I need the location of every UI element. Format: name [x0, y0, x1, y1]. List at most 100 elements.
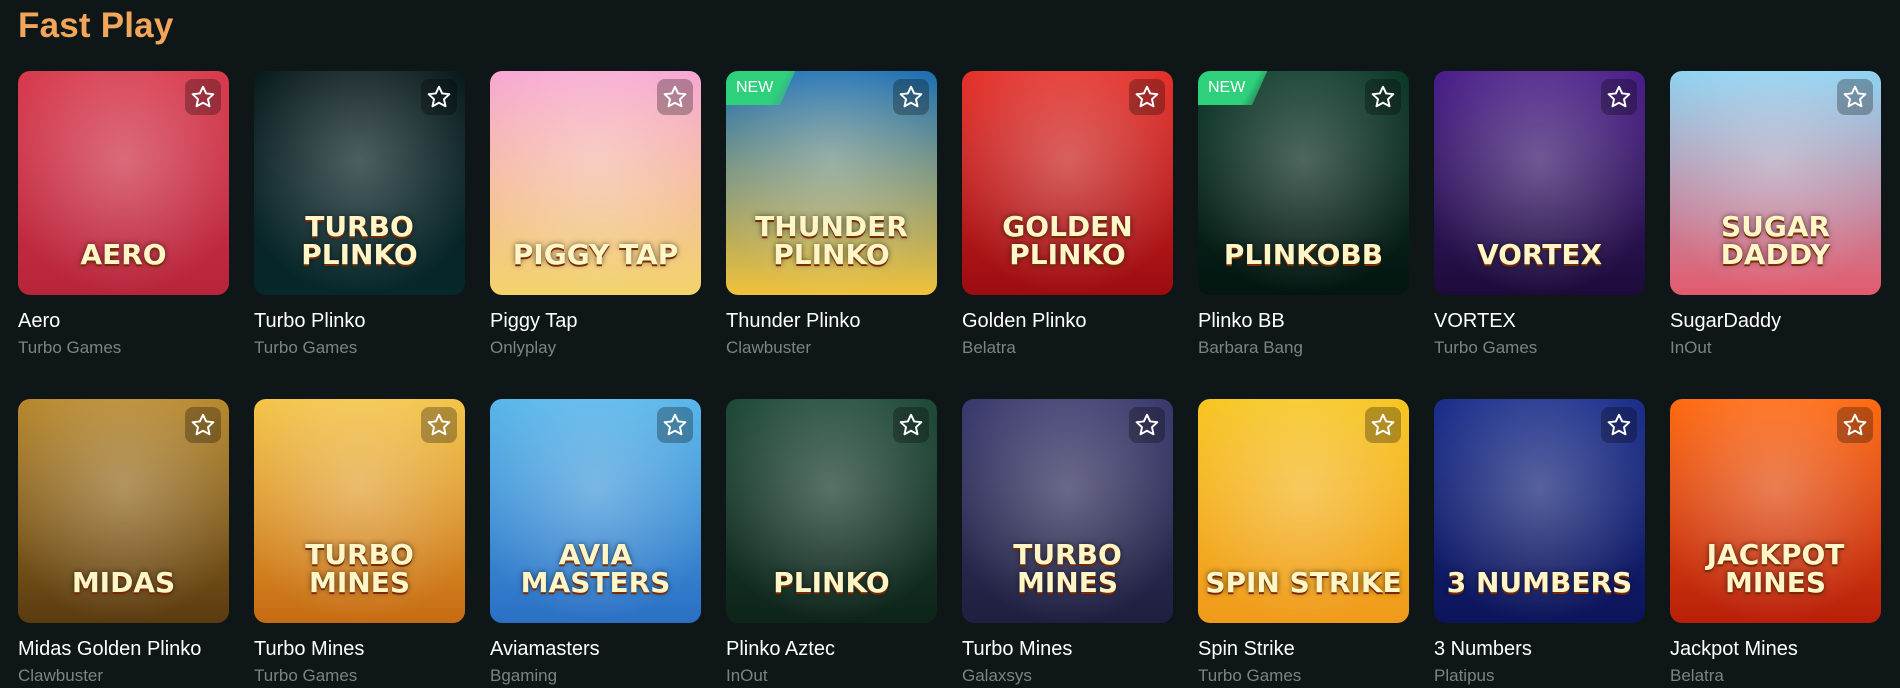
game-name[interactable]: Jackpot Mines	[1670, 638, 1881, 661]
game-card[interactable]: PLINKO Plinko Aztec InOut	[726, 398, 937, 686]
star-icon	[1606, 412, 1632, 438]
thumbnail-title: TURBO MINES	[305, 537, 414, 599]
game-name[interactable]: Turbo Mines	[962, 638, 1173, 661]
game-provider: Onlyplay	[490, 338, 557, 357]
game-name[interactable]: Golden Plinko	[962, 310, 1173, 333]
game-thumbnail[interactable]: TURBO PLINKO	[254, 71, 465, 295]
thumbnail-title: GOLDEN PLINKO	[1002, 210, 1133, 271]
game-thumbnail[interactable]: 3 Numbers	[1434, 398, 1645, 623]
favorite-button[interactable]	[1365, 406, 1401, 443]
game-thumbnail[interactable]: VORTEX	[1434, 71, 1645, 295]
game-name[interactable]: Aviamasters	[490, 638, 701, 661]
game-name[interactable]: VORTEX	[1434, 310, 1645, 333]
game-card[interactable]: MIDAS Midas Golden Plinko Clawbuster	[18, 398, 229, 686]
game-name[interactable]: Plinko BB	[1198, 310, 1409, 333]
star-icon	[662, 412, 688, 438]
star-icon	[190, 84, 216, 110]
game-name[interactable]: 3 Numbers	[1434, 638, 1645, 661]
game-thumbnail[interactable]: SUGAR DADDY	[1670, 71, 1881, 295]
thumbnail-title: AERO	[80, 238, 167, 271]
favorite-button[interactable]	[1365, 79, 1401, 115]
game-thumbnail[interactable]: AVIA MASTERS	[490, 398, 701, 623]
section-title: Fast Play	[18, 6, 174, 45]
game-thumbnail[interactable]: PlinkoBB NEW	[1198, 71, 1409, 295]
game-name[interactable]: Turbo Mines	[254, 638, 465, 661]
thumbnail-title: SUGAR DADDY	[1720, 210, 1831, 271]
game-name[interactable]: Aero	[18, 310, 229, 333]
game-thumbnail[interactable]: GOLDEN PLINKO	[962, 71, 1173, 295]
favorite-button[interactable]	[421, 79, 457, 115]
favorite-button[interactable]	[1601, 406, 1637, 443]
game-card[interactable]: SPIN STRIKE Spin Strike Turbo Games	[1198, 398, 1409, 686]
game-provider: Platipus	[1434, 665, 1495, 685]
star-icon	[190, 412, 216, 438]
game-thumbnail[interactable]: THUNDER PLINKO NEW	[726, 71, 937, 295]
game-provider: InOut	[726, 665, 768, 685]
game-provider: Turbo Games	[18, 338, 122, 357]
favorite-button[interactable]	[657, 406, 693, 443]
game-name[interactable]: Plinko Aztec	[726, 638, 937, 661]
thumbnail-title: 3 Numbers	[1446, 565, 1633, 599]
game-thumbnail[interactable]: AERO	[18, 71, 229, 295]
game-card[interactable]: TURBO MINES Turbo Mines Turbo Games	[254, 398, 465, 686]
star-icon	[1370, 412, 1396, 438]
favorite-button[interactable]	[421, 406, 457, 443]
game-card[interactable]: JACKPOT MINES Jackpot Mines Belatra	[1670, 398, 1881, 686]
favorite-button[interactable]	[657, 79, 693, 115]
thumbnail-title: TURBO PLINKO	[301, 210, 418, 271]
thumbnail-title: PIGGY TAP	[512, 238, 679, 271]
favorite-button[interactable]	[1129, 406, 1165, 443]
game-card[interactable]: SUGAR DADDY SugarDaddy InOut	[1670, 71, 1881, 358]
star-icon	[426, 412, 452, 438]
game-card[interactable]: TURBO MINES Turbo Mines Galaxsys	[962, 398, 1173, 686]
game-card[interactable]: PlinkoBB NEW Plinko BB Barbara Bang	[1198, 71, 1409, 358]
game-provider: Turbo Games	[254, 665, 358, 685]
favorite-button[interactable]	[1601, 79, 1637, 115]
thumbnail-title: VORTEX	[1476, 238, 1603, 271]
game-name[interactable]: Piggy Tap	[490, 310, 701, 333]
favorite-button[interactable]	[893, 79, 929, 115]
game-name[interactable]: Turbo Plinko	[254, 310, 465, 333]
game-provider: Belatra	[962, 338, 1016, 357]
favorite-button[interactable]	[1837, 406, 1873, 443]
game-provider: Turbo Games	[254, 338, 358, 357]
game-name[interactable]: SugarDaddy	[1670, 310, 1881, 333]
favorite-button[interactable]	[1129, 79, 1165, 115]
game-provider: Clawbuster	[18, 665, 104, 685]
game-card[interactable]: THUNDER PLINKO NEW Thunder Plinko Clawbuste…	[726, 71, 937, 358]
star-icon	[1134, 412, 1160, 438]
star-icon	[426, 84, 452, 110]
game-provider: Turbo Games	[1434, 338, 1538, 357]
game-card[interactable]: AERO Aero Turbo Games	[18, 71, 229, 358]
star-icon	[1606, 84, 1632, 110]
game-provider: Bgaming	[490, 665, 558, 685]
thumbnail-title: TURBO MINES	[1013, 537, 1122, 599]
game-thumbnail[interactable]: PLINKO	[726, 398, 937, 623]
game-thumbnail[interactable]: MIDAS	[18, 398, 229, 623]
game-provider: Barbara Bang	[1198, 338, 1303, 357]
game-thumbnail[interactable]: TURBO MINES	[962, 398, 1173, 623]
favorite-button[interactable]	[185, 406, 221, 443]
star-icon	[1842, 412, 1868, 438]
game-name[interactable]: Midas Golden Plinko	[18, 638, 229, 661]
game-thumbnail[interactable]: JACKPOT MINES	[1670, 398, 1881, 623]
game-name[interactable]: Thunder Plinko	[726, 310, 937, 333]
game-provider: Turbo Games	[1198, 665, 1302, 685]
game-card[interactable]: 3 Numbers 3 Numbers Platipus	[1434, 398, 1645, 686]
favorite-button[interactable]	[893, 406, 929, 443]
favorite-button[interactable]	[1837, 79, 1873, 115]
game-card[interactable]: VORTEX VORTEX Turbo Games	[1434, 71, 1645, 358]
star-icon	[1842, 84, 1868, 110]
game-card[interactable]: PIGGY TAP Piggy Tap Onlyplay	[490, 71, 701, 358]
game-thumbnail[interactable]: SPIN STRIKE	[1198, 398, 1409, 623]
game-card[interactable]: TURBO PLINKO Turbo Plinko Turbo Games	[254, 71, 465, 358]
game-card[interactable]: AVIA MASTERS Aviamasters Bgaming	[490, 398, 701, 686]
game-name[interactable]: Spin Strike	[1198, 638, 1409, 661]
star-icon	[662, 84, 688, 110]
game-thumbnail[interactable]: TURBO MINES	[254, 398, 465, 623]
game-thumbnail[interactable]: PIGGY TAP	[490, 71, 701, 295]
favorite-button[interactable]	[185, 79, 221, 115]
thumbnail-title: SPIN STRIKE	[1205, 565, 1402, 599]
game-card[interactable]: GOLDEN PLINKO Golden Plinko Belatra	[962, 71, 1173, 358]
game-provider: Clawbuster	[726, 338, 812, 357]
